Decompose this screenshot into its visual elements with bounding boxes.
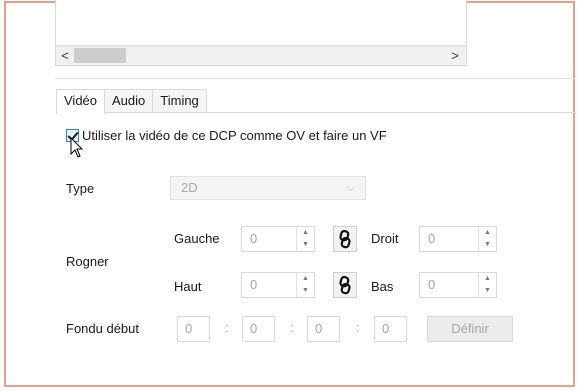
crop-left-label: Gauche — [174, 231, 220, 246]
fade-in-frames[interactable]: 0 — [374, 316, 407, 342]
tab-timing[interactable]: Timing — [152, 89, 207, 112]
link-icon — [339, 229, 351, 249]
ov-checkbox-row[interactable]: Utiliser la vidéo de ce DCP comme OV et … — [66, 128, 387, 143]
divider — [55, 78, 575, 79]
crop-right-spinner[interactable]: 0 ▲ ▼ — [419, 226, 497, 252]
crop-left-spinner[interactable]: 0 ▲ ▼ — [241, 226, 315, 252]
crop-bottom-value: 0 — [428, 277, 436, 292]
mouse-cursor-icon — [70, 137, 84, 158]
time-separator: : — [356, 320, 360, 335]
tab-panel-border — [56, 112, 576, 113]
type-label: Type — [66, 181, 95, 196]
chevron-down-icon: ⌵ — [346, 182, 355, 194]
scroll-right-icon[interactable]: > — [446, 46, 464, 65]
crop-label: Rogner — [66, 254, 109, 269]
tab-bar: Vidéo Audio Timing — [56, 89, 207, 114]
spin-up-icon[interactable]: ▲ — [297, 227, 314, 239]
crop-top-spinner[interactable]: 0 ▲ ▼ — [241, 272, 315, 298]
horizontal-scrollbar[interactable]: < > — [55, 45, 467, 66]
crop-right-value: 0 — [428, 231, 436, 246]
spin-down-icon[interactable]: ▼ — [297, 285, 314, 297]
link-crop-horizontal-button[interactable] — [333, 226, 357, 252]
spin-up-icon[interactable]: ▲ — [479, 227, 496, 239]
fade-in-hours[interactable]: 0 — [177, 316, 210, 342]
link-icon — [339, 275, 351, 295]
scrollbar-thumb[interactable] — [74, 48, 126, 63]
time-separator: : — [290, 320, 294, 335]
type-value: 2D — [181, 180, 198, 195]
crop-left-value: 0 — [250, 231, 258, 246]
link-crop-vertical-button[interactable] — [333, 272, 357, 298]
type-dropdown[interactable]: 2D ⌵ — [170, 176, 366, 200]
scroll-left-icon[interactable]: < — [56, 46, 74, 65]
time-separator: : — [225, 320, 229, 335]
crop-bottom-label: Bas — [371, 279, 394, 294]
crop-top-value: 0 — [250, 277, 258, 292]
fade-in-minutes[interactable]: 0 — [242, 316, 275, 342]
fade-in-label: Fondu début — [66, 321, 140, 336]
spin-down-icon[interactable]: ▼ — [297, 239, 314, 251]
set-fade-button[interactable]: Définir — [427, 316, 513, 342]
spin-down-icon[interactable]: ▼ — [479, 285, 496, 297]
tab-audio[interactable]: Audio — [104, 89, 154, 112]
ov-checkbox-label[interactable]: Utiliser la vidéo de ce DCP comme OV et … — [82, 128, 387, 143]
tab-video[interactable]: Vidéo — [56, 89, 106, 114]
spin-up-icon[interactable]: ▲ — [479, 273, 496, 285]
spin-down-icon[interactable]: ▼ — [479, 239, 496, 251]
crop-bottom-spinner[interactable]: 0 ▲ ▼ — [419, 272, 497, 298]
crop-right-label: Droit — [371, 231, 399, 246]
crop-top-label: Haut — [174, 279, 202, 294]
spin-up-icon[interactable]: ▲ — [297, 273, 314, 285]
fade-in-seconds[interactable]: 0 — [307, 316, 340, 342]
